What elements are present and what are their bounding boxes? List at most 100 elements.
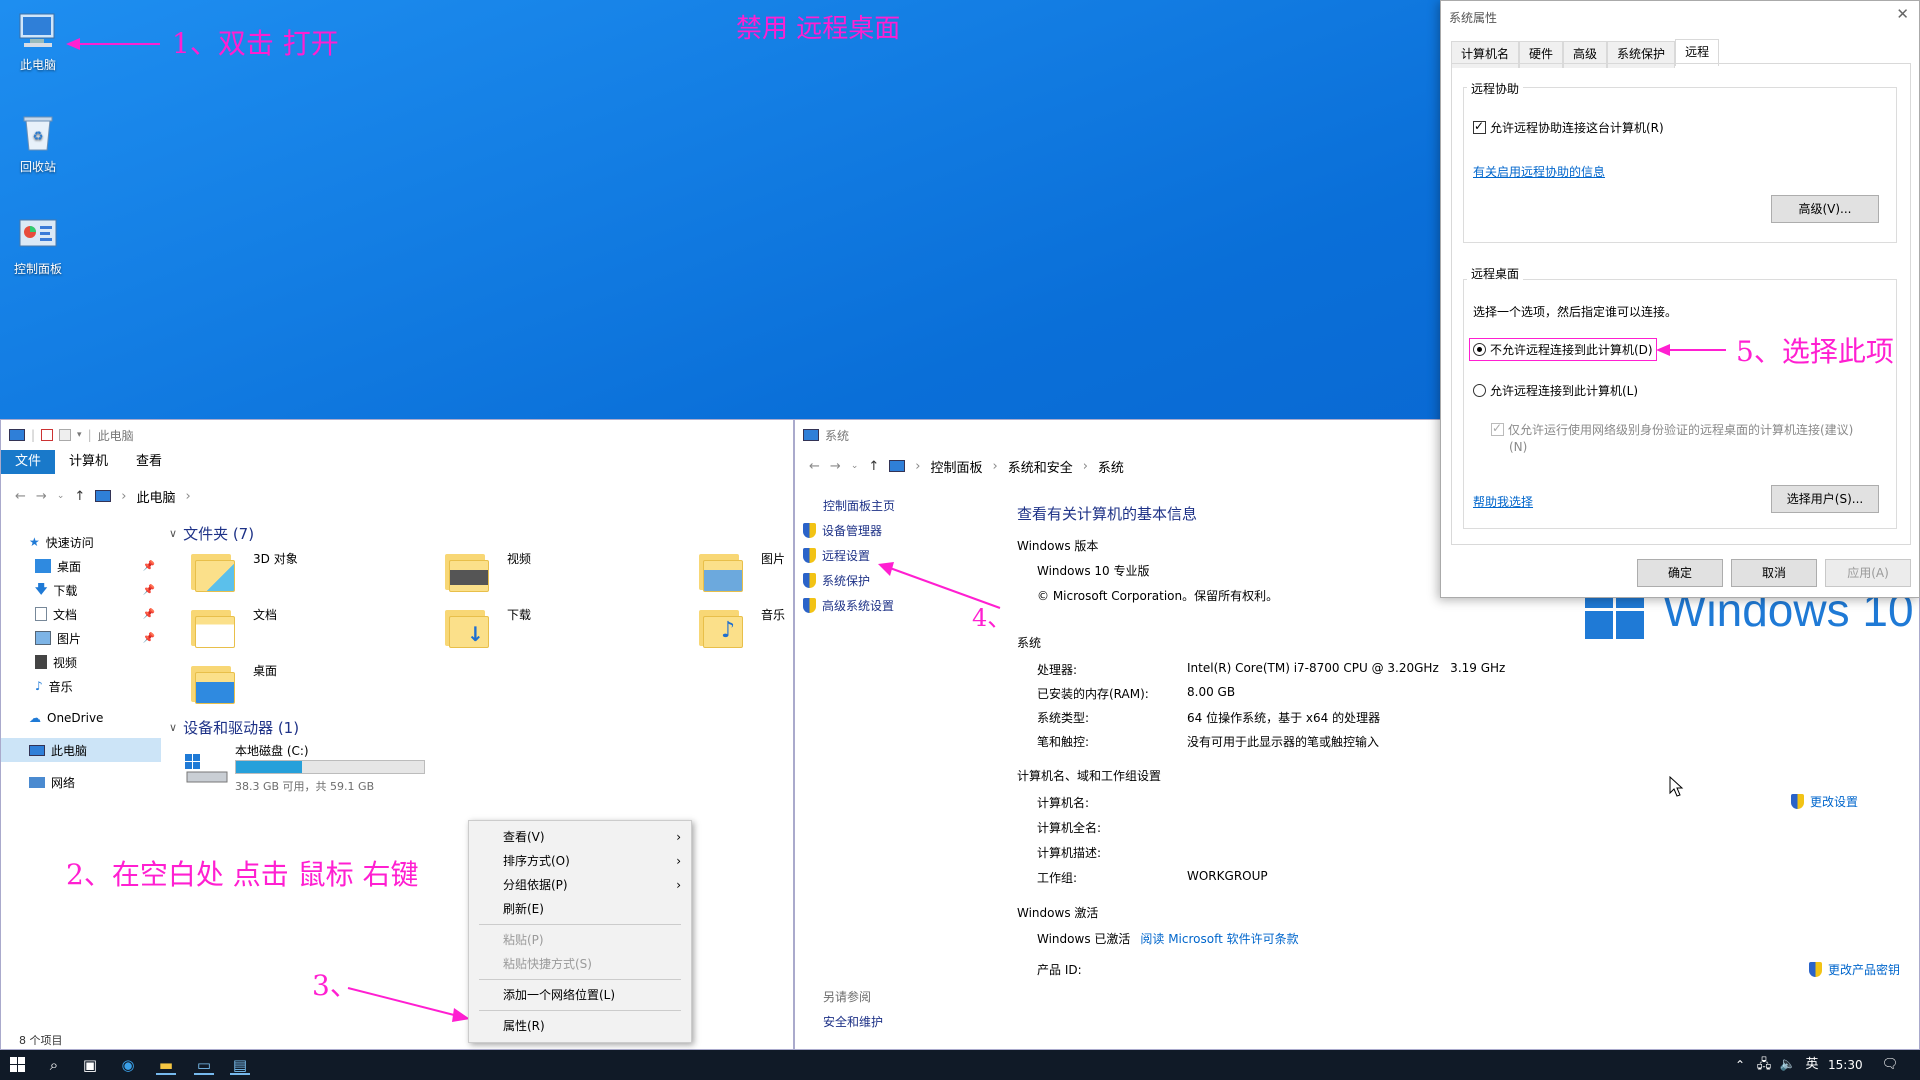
tab-file[interactable]: 文件 xyxy=(1,450,56,474)
edge-browser-icon[interactable]: ◉ xyxy=(118,1055,138,1075)
nav-item-desktop[interactable]: 桌面 📌 xyxy=(1,554,161,578)
pin-icon[interactable]: 📌 xyxy=(143,609,155,620)
menu-item-add-network-location[interactable]: 添加一个网络位置(L) xyxy=(469,983,691,1007)
folder-pictures[interactable]: 图片 xyxy=(699,550,785,594)
drive-c[interactable]: 本地磁盘 (C:) 38.3 GB 可用，共 59.1 GB xyxy=(181,740,481,800)
desktop-icon-control-panel[interactable]: 控制面板 xyxy=(0,212,76,277)
cloud-icon: ☁ xyxy=(29,711,41,725)
chevron-down-icon[interactable]: ⌄ xyxy=(851,461,859,471)
pin-icon[interactable]: 📌 xyxy=(143,633,155,644)
chevron-up-icon[interactable]: ⌃ xyxy=(1730,1055,1750,1075)
deny-remote-connection-radio[interactable]: 不允许远程连接到此计算机(D) xyxy=(1469,338,1657,361)
remote-assistance-info-link[interactable]: 有关启用远程协助的信息 xyxy=(1473,163,1605,180)
nav-this-pc[interactable]: 此电脑 xyxy=(1,738,161,762)
tab-computer[interactable]: 计算机 xyxy=(55,450,122,474)
tab-remote[interactable]: 远程 xyxy=(1675,39,1720,66)
folders-section-header[interactable]: ∨ 文件夹 (7) xyxy=(169,523,260,544)
menu-item-paste-shortcut: 粘贴快捷方式(S) xyxy=(503,957,592,971)
breadcrumb-separator-icon[interactable]: › xyxy=(185,489,190,504)
desktop-icon-recycle-bin[interactable]: ♻ 回收站 xyxy=(0,110,76,175)
task-view-icon[interactable]: ▣ xyxy=(80,1055,100,1075)
volume-icon[interactable]: 🔈 xyxy=(1778,1055,1798,1075)
remote-assistance-group-title: 远程协助 xyxy=(1467,80,1524,97)
pin-icon[interactable]: 📌 xyxy=(143,561,155,572)
folder-videos[interactable]: 视频 xyxy=(445,550,531,594)
start-windows-icon[interactable] xyxy=(8,1055,28,1075)
system-protection-link[interactable]: 系统保护 xyxy=(803,572,870,589)
pin-icon[interactable]: 📌 xyxy=(143,585,155,596)
back-arrow-icon[interactable]: ← xyxy=(809,459,820,474)
nav-item-music[interactable]: ♪ 音乐 xyxy=(1,674,161,698)
properties-icon[interactable] xyxy=(41,429,54,441)
close-icon[interactable]: ✕ xyxy=(1896,5,1909,23)
desktop-icon-label: 回收站 xyxy=(19,160,56,174)
menu-item-group-by[interactable]: 分组依据(P) › xyxy=(469,873,691,897)
system-section-header: 系统 xyxy=(1017,636,1042,650)
device-manager-link[interactable]: 设备管理器 xyxy=(803,522,882,539)
control-panel-icon xyxy=(889,460,906,472)
security-maintenance-link[interactable]: 安全和维护 xyxy=(823,1013,883,1030)
folder-downloads[interactable]: ↓ 下载 xyxy=(445,606,531,650)
ime-indicator[interactable]: 英 xyxy=(1802,1055,1822,1075)
change-settings-link[interactable]: 更改设置 xyxy=(1791,793,1858,810)
drive-name: 本地磁盘 (C:) xyxy=(235,744,309,758)
back-arrow-icon[interactable]: ← xyxy=(15,489,26,504)
breadcrumb-control-panel[interactable]: 控制面板 xyxy=(930,457,982,476)
forward-arrow-icon[interactable]: → xyxy=(36,489,47,504)
ok-button[interactable]: 确定 xyxy=(1637,559,1723,587)
license-terms-link[interactable]: 阅读 Microsoft 软件许可条款 xyxy=(1140,930,1298,947)
folder-music[interactable]: ♪ 音乐 xyxy=(699,606,785,650)
search-icon[interactable]: ⌕ xyxy=(44,1055,64,1075)
advanced-button[interactable]: 高级(V)... xyxy=(1771,195,1879,223)
menu-item-sort-by[interactable]: 排序方式(O) › xyxy=(469,849,691,873)
nav-item-documents[interactable]: 文档 📌 xyxy=(1,602,161,626)
system-properties-taskbar-icon[interactable]: ▤ xyxy=(230,1055,250,1075)
allow-remote-connection-radio[interactable]: 允许远程连接到此计算机(L) xyxy=(1473,382,1638,399)
breadcrumb-system[interactable]: 系统 xyxy=(1098,457,1124,476)
new-folder-icon[interactable] xyxy=(59,429,72,441)
network-icon[interactable]: 🖧 xyxy=(1754,1055,1774,1075)
remote-settings-link[interactable]: 远程设置 xyxy=(803,547,870,564)
breadcrumb-system-security[interactable]: 系统和安全 xyxy=(1008,457,1073,476)
breadcrumb-separator-icon: › xyxy=(121,488,127,504)
clock-time[interactable]: 15:30 xyxy=(1828,1058,1863,1072)
nav-network[interactable]: 网络 xyxy=(1,770,161,794)
chevron-down-icon[interactable]: ▾ xyxy=(77,430,82,440)
up-arrow-icon[interactable]: ↑ xyxy=(868,459,879,474)
folder-3d-objects[interactable]: 3D 对象 xyxy=(191,550,298,594)
taskbar: ⌕ ▣ ◉ ▬ ▭ ▤ ⌃ 🖧 🔈 英 15:30 🗨 xyxy=(0,1050,1920,1080)
notification-center-icon[interactable]: 🗨 xyxy=(1880,1055,1900,1075)
menu-item-refresh[interactable]: 刷新(E) xyxy=(469,897,691,921)
page-title: 禁用 远程桌面 xyxy=(736,14,901,44)
file-explorer-icon[interactable]: ▬ xyxy=(156,1055,176,1075)
nla-checkbox: 仅允许运行使用网络级别身份验证的远程桌面的计算机连接(建议) (N) xyxy=(1491,421,1891,454)
select-users-button[interactable]: 选择用户(S)... xyxy=(1771,485,1879,513)
nav-quick-access[interactable]: ★ 快速访问 xyxy=(1,530,161,554)
folder-documents[interactable]: 文档 xyxy=(191,606,277,650)
desktop-icon-this-pc[interactable]: 此电脑 xyxy=(0,8,76,73)
shield-icon xyxy=(1809,962,1822,977)
menu-item-view[interactable]: 查看(V) › xyxy=(469,825,691,849)
change-product-key-link[interactable]: 更改产品密钥 xyxy=(1809,961,1900,978)
drives-section-header[interactable]: ∨ 设备和驱动器 (1) xyxy=(169,717,305,738)
tab-view[interactable]: 查看 xyxy=(122,450,176,474)
breadcrumb-this-pc[interactable]: 此电脑 xyxy=(136,487,175,506)
annotation-step2: 2、在空白处 点击 鼠标 右键 xyxy=(66,858,419,891)
up-arrow-icon[interactable]: ↑ xyxy=(74,489,85,504)
folder-desktop[interactable]: 桌面 xyxy=(191,662,277,706)
desktop-icon-label: 控制面板 xyxy=(13,262,62,276)
nav-item-pictures[interactable]: 图片 📌 xyxy=(1,626,161,650)
forward-arrow-icon[interactable]: → xyxy=(830,459,841,474)
star-icon: ★ xyxy=(29,535,40,549)
help-me-choose-link[interactable]: 帮助我选择 xyxy=(1473,493,1533,510)
nav-item-videos[interactable]: 视频 xyxy=(1,650,161,674)
allow-remote-assistance-checkbox[interactable]: 允许远程协助连接这台计算机(R) xyxy=(1473,119,1664,136)
nav-item-downloads[interactable]: 🡇 下载 📌 xyxy=(1,578,161,602)
cancel-button[interactable]: 取消 xyxy=(1731,559,1817,587)
videos-folder-icon xyxy=(445,550,497,594)
nav-onedrive[interactable]: ☁ OneDrive xyxy=(1,706,161,730)
system-window-taskbar-icon[interactable]: ▭ xyxy=(194,1055,214,1075)
chevron-down-icon[interactable]: ⌄ xyxy=(57,491,65,501)
control-panel-home-link[interactable]: 控制面板主页 xyxy=(823,497,895,514)
menu-item-properties[interactable]: 属性(R) xyxy=(469,1014,691,1038)
